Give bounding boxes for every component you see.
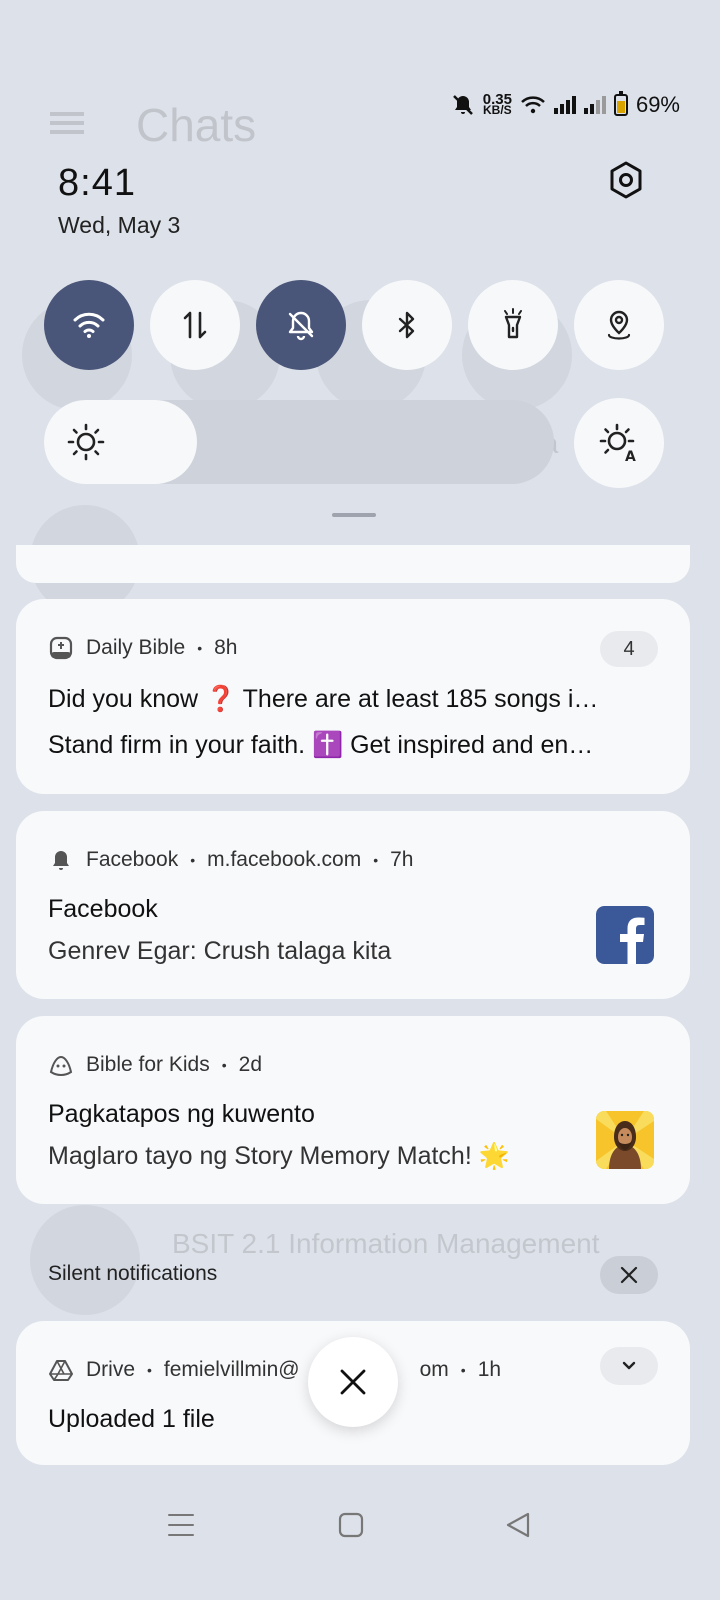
wifi-icon [73,312,105,338]
dismiss-all-button[interactable] [308,1337,398,1427]
separator-dot: • [221,1057,227,1073]
silent-mode-toggle[interactable] [256,280,346,370]
drag-handle[interactable] [332,513,376,517]
separator-dot: • [373,852,379,868]
notification-header: Facebook • m.facebook.com • 7h [48,847,413,873]
notification-header: Drive • femielvillmin@ om • 1h [48,1357,501,1383]
close-icon [340,1369,366,1395]
notification-time: 1h [477,1358,502,1381]
battery-icon [613,91,628,116]
close-icon [620,1266,638,1284]
back-icon[interactable] [504,1510,534,1540]
notification-title: Pagkatapos ng kuwento [48,1100,315,1128]
brightness-slider[interactable] [44,400,554,484]
bluetooth-toggle[interactable] [362,280,452,370]
network-speed: 0.35 KB/S [482,91,512,117]
menu-icon [50,112,84,134]
chat-name: BSIT 2.1 Information Management [172,1228,600,1259]
clock-time[interactable]: 8:41 [58,162,136,205]
separator-dot: • [460,1362,466,1378]
location-icon [607,310,631,340]
drive-app-icon [49,1360,73,1381]
story-thumbnail-icon [596,1111,654,1169]
separator-dot: • [197,640,203,656]
signal-2-icon [583,96,606,114]
battery-percent: 69% [635,92,680,117]
notification-card-partial[interactable] [16,545,690,583]
notification-account: femielvillmin@ [163,1358,300,1381]
auto-brightness-toggle[interactable]: A [574,398,664,488]
flashlight-icon [504,308,522,339]
notification-text: Maglaro tayo ng Story Memory Match! 🌟 [48,1142,510,1170]
notification-time: 7h [390,848,414,871]
notification-bible-for-kids[interactable]: Bible for Kids • 2d Pagkatapos ng kuwent… [16,1016,690,1204]
facebook-logo-icon [596,906,654,964]
separator-dot: • [147,1362,152,1378]
app-name: Facebook [86,848,179,871]
separator-dot: • [190,852,196,868]
clear-silent-button[interactable] [600,1256,658,1294]
status-bar: 0.35 KB/S 69% [451,91,680,118]
notification-line-1: Did you know ❓ There are at least 185 so… [48,685,599,713]
recent-apps-icon[interactable] [166,1510,196,1540]
app-name: Bible for Kids [86,1053,210,1076]
notification-text: Genrev Egar: Crush talaga kita [48,937,392,965]
notification-daily-bible[interactable]: Daily Bible • 8h 4 Did you know ❓ There … [16,599,690,794]
settings-gear-icon[interactable] [606,160,646,200]
notification-account-end: om [419,1358,449,1381]
notification-title: Uploaded 1 file [48,1405,215,1433]
expand-button[interactable] [600,1347,658,1385]
notification-time: 8h [214,636,238,659]
bible-kids-app-icon [49,1055,73,1077]
notification-title: Facebook [48,895,158,923]
mobile-data-toggle[interactable] [150,280,240,370]
count-badge[interactable]: 4 [600,631,658,667]
app-name: Drive [86,1358,136,1381]
notification-line-2: Stand firm in your faith. ✝️ Get inspire… [48,731,594,759]
brightness-icon [67,423,105,461]
clock-date[interactable]: Wed, May 3 [58,212,180,239]
notification-header: Daily Bible • 8h [48,635,237,661]
app-title: Chats [136,99,257,151]
navigation-bar [0,1500,720,1550]
svg-text:A: A [625,449,636,463]
flashlight-toggle[interactable] [468,280,558,370]
data-arrows-icon [183,311,207,339]
quick-settings [44,280,664,370]
chevron-down-icon [622,1361,636,1370]
notification-facebook[interactable]: Facebook • m.facebook.com • 7h Facebook … [16,811,690,999]
bell-off-icon [288,311,314,341]
signal-icon [553,96,576,114]
notification-header: Bible for Kids • 2d [48,1052,262,1078]
home-icon[interactable] [336,1510,366,1540]
app-name: Daily Bible [86,636,186,659]
bell-icon [53,851,69,870]
auto-brightness-icon: A [599,423,636,463]
wifi-status-icon [521,96,545,114]
bible-app-icon [49,636,73,660]
mute-icon [452,95,473,115]
wifi-toggle[interactable] [44,280,134,370]
silent-notifications-label: Silent notifications [48,1262,218,1285]
location-toggle[interactable] [574,280,664,370]
notification-source: m.facebook.com [207,848,362,871]
notification-time: 2d [238,1053,262,1076]
bluetooth-icon [398,311,415,339]
avatar [30,1205,140,1315]
